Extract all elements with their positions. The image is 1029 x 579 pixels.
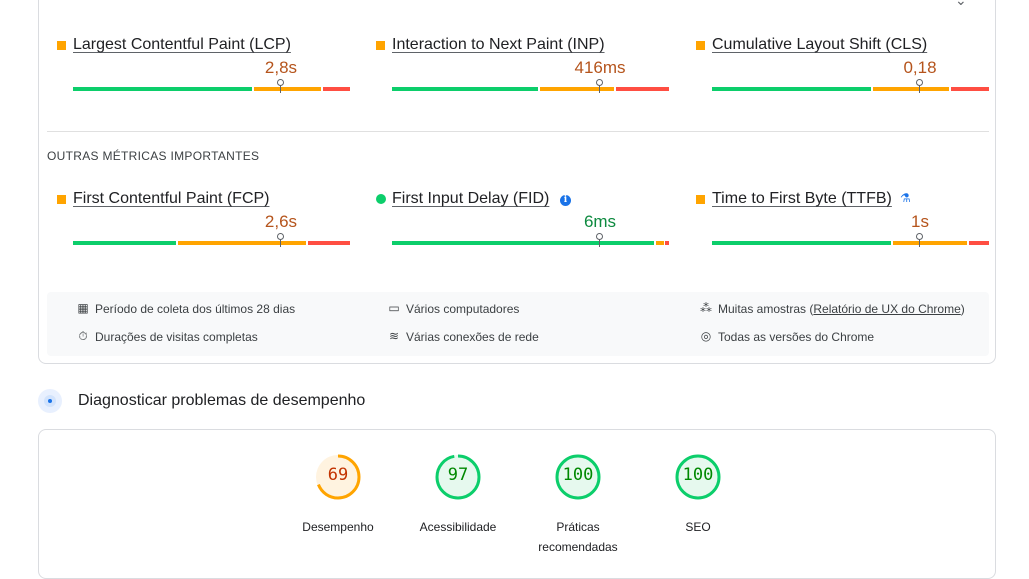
performance-score: 69: [327, 465, 349, 485]
metric-fcp-distribution-bar: [73, 233, 350, 247]
chrome-icon: ◎: [700, 329, 712, 343]
chevron-icon[interactable]: ⌄: [955, 0, 967, 9]
metric-lcp-distribution-bar: [73, 79, 350, 93]
metric-ttfb-distribution-bar: [712, 233, 989, 247]
percentile-marker: [596, 79, 603, 93]
info-icon[interactable]: i: [560, 195, 571, 206]
flask-icon[interactable]: ⚗: [900, 191, 911, 205]
devices-icon: ▭: [388, 301, 400, 315]
metric-cls: Cumulative Layout Shift (CLS) 0,18: [696, 36, 996, 106]
metric-cls-distribution-bar: [712, 79, 989, 93]
metric-fcp-label[interactable]: First Contentful Paint (FCP): [73, 190, 270, 208]
percentile-marker: [277, 79, 284, 93]
percentile-marker: [916, 233, 923, 247]
metric-ttfb-label[interactable]: Time to First Byte (TTFB): [712, 190, 892, 208]
metric-inp-label[interactable]: Interaction to Next Paint (INP): [392, 36, 605, 54]
average-square-icon: [376, 41, 385, 50]
percentile-marker: [596, 233, 603, 247]
seo-label: SEO: [685, 520, 711, 534]
section-divider: [47, 131, 989, 132]
accessibility-score: 97: [447, 465, 469, 485]
metric-cls-label[interactable]: Cumulative Layout Shift (CLS): [712, 36, 927, 54]
percentile-marker: [916, 79, 923, 93]
metric-fcp: First Contentful Paint (FCP) 2,6s: [57, 190, 357, 260]
metric-cls-value: 0,18: [903, 58, 937, 77]
average-square-icon: [696, 41, 705, 50]
average-square-icon: [57, 195, 66, 204]
other-metrics-title: OUTRAS MÉTRICAS IMPORTANTES: [47, 149, 260, 163]
metric-fid-distribution-bar: [392, 233, 669, 247]
performance-label: Desempenho: [302, 520, 374, 534]
timer-icon: ⏱: [78, 329, 88, 343]
chrome-ux-report-link[interactable]: Relatório de UX do Chrome: [813, 302, 960, 316]
metric-lcp: Largest Contentful Paint (LCP) 2,8s: [57, 36, 357, 106]
good-circle-icon: [376, 194, 386, 204]
metric-ttfb: Time to First Byte (TTFB) ⚗ 1s: [696, 190, 996, 260]
metric-fid-label[interactable]: First Input Delay (FID): [392, 190, 549, 208]
metric-fid: First Input Delay (FID) i 6ms: [376, 190, 676, 260]
wifi-icon: ≋: [388, 329, 400, 343]
seo-score: 100: [682, 465, 714, 485]
best-practices-label: Práticas recomendadas: [538, 520, 618, 554]
score-gauge-performance[interactable]: 69 Desempenho: [278, 453, 398, 563]
metric-fid-value: 6ms: [583, 212, 617, 231]
metric-ttfb-value: 1s: [911, 212, 929, 231]
percentile-marker: [277, 233, 284, 247]
average-square-icon: [696, 195, 705, 204]
accessibility-label: Acessibilidade: [419, 520, 497, 534]
best-practices-score: 100: [562, 465, 594, 485]
metric-inp: Interaction to Next Paint (INP) 416ms: [376, 36, 676, 106]
average-square-icon: [57, 41, 66, 50]
score-gauge-seo[interactable]: 100 SEO: [638, 453, 758, 563]
metric-lcp-value: 2,8s: [264, 58, 298, 77]
calendar-icon: ▦: [77, 301, 89, 315]
metric-lcp-label[interactable]: Largest Contentful Paint (LCP): [73, 36, 291, 54]
metric-fcp-value: 2,6s: [264, 212, 298, 231]
score-gauge-best-practices[interactable]: 100 Práticas recomendadas: [518, 453, 638, 563]
metric-inp-distribution-bar: [392, 79, 669, 93]
diagnose-title: Diagnosticar problemas de desempenho: [78, 392, 366, 409]
lighthouse-icon: [38, 389, 62, 413]
score-gauge-accessibility[interactable]: 97 Acessibilidade: [398, 453, 518, 563]
metric-inp-value: 416ms: [574, 58, 626, 77]
group-icon: ⁂: [700, 301, 712, 315]
